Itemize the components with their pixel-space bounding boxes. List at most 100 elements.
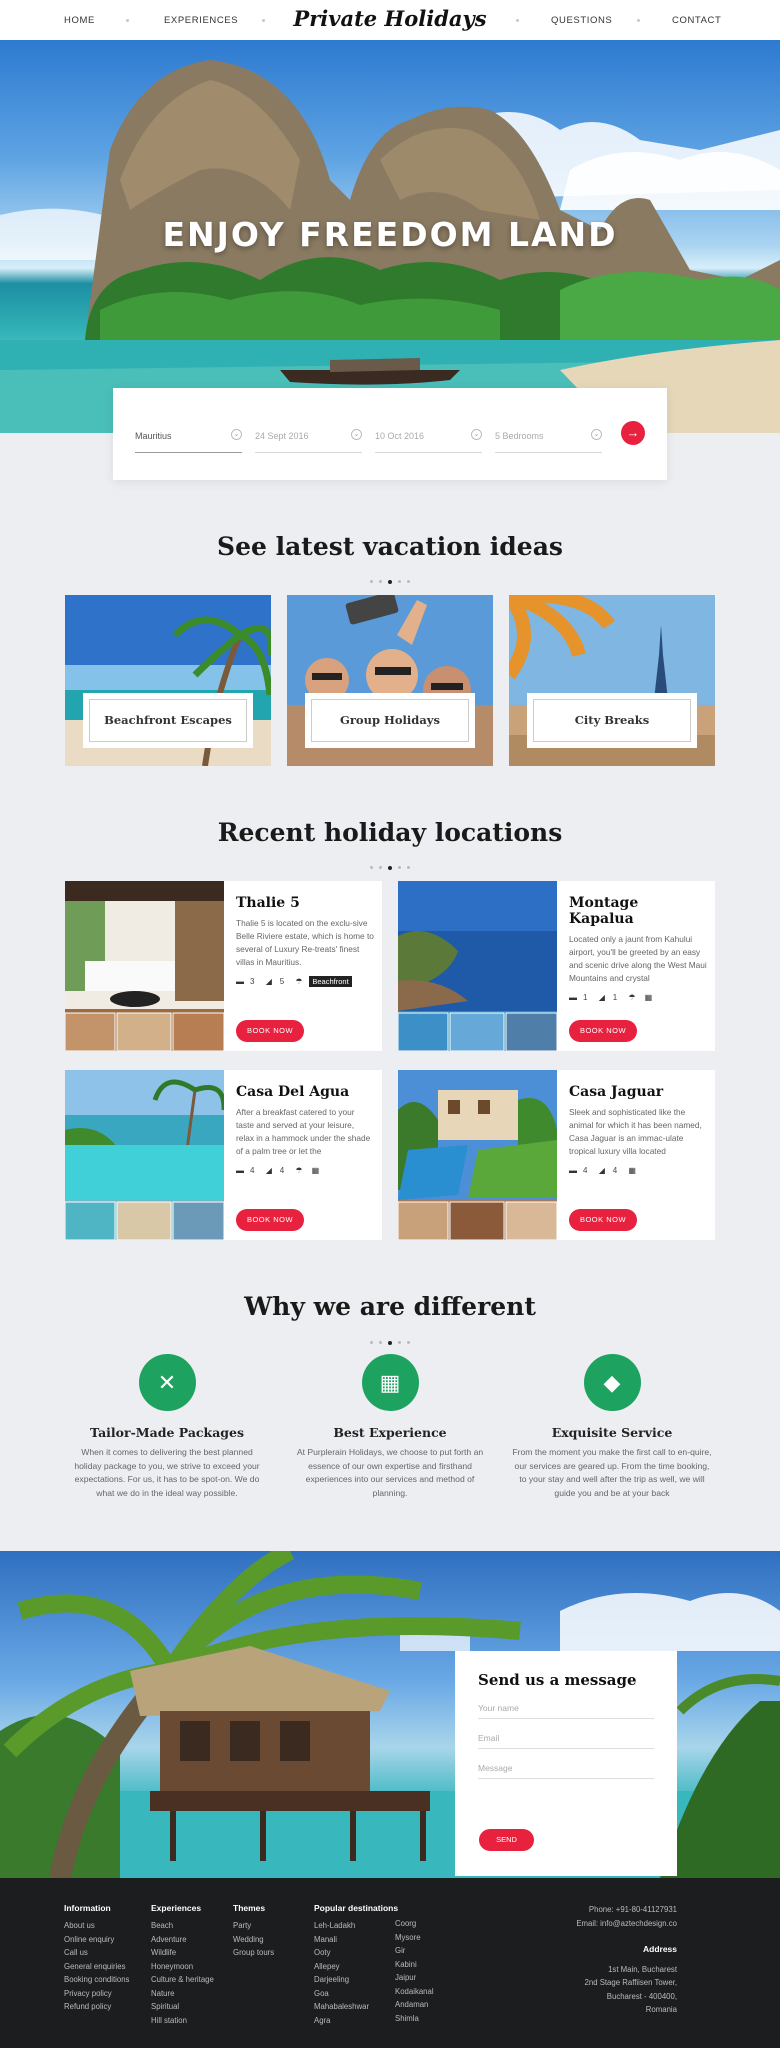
why-item-title: Best Experience <box>333 1425 447 1440</box>
location-description: Sleek and sophisticated like the animal … <box>569 1107 702 1156</box>
footer-address-line: Bucharest - 400400, <box>606 1991 677 2001</box>
footer-link[interactable]: Online enquiry <box>64 1933 129 1947</box>
location-name[interactable]: Thalie 5 <box>236 895 374 911</box>
location-card: Casa Del Agua After a breakfast catered … <box>65 1070 382 1240</box>
amenities: ▬ 3 ◢ 5 ☂ Beachfront <box>236 976 374 991</box>
chevron-down-icon: ⌄ <box>231 429 242 440</box>
book-now-button[interactable]: BOOK NOW <box>236 1209 304 1231</box>
bedrooms-select[interactable]: 5 Bedrooms ⌄ <box>495 425 602 453</box>
footer-link[interactable]: Nature <box>151 1987 214 2001</box>
footer-link[interactable]: Coorg <box>395 1917 434 1931</box>
destination-select[interactable]: Mauritius ⌄ <box>135 425 242 453</box>
footer-link[interactable]: About us <box>64 1919 129 1933</box>
nav-questions[interactable]: QUESTIONS <box>551 15 612 26</box>
check-out-value: 10 Oct 2016 <box>375 431 425 441</box>
footer-link[interactable]: Darjeeling <box>314 1973 398 1987</box>
check-in-field[interactable]: 24 Sept 2016 ⌄ <box>255 425 362 453</box>
nav-experiences[interactable]: EXPERIENCES <box>164 15 238 26</box>
footer-address-line: 2nd Stage Raffiisen Tower, <box>584 1978 677 1987</box>
footer-link[interactable]: Allepey <box>314 1960 398 1974</box>
chevron-down-icon: ⌄ <box>591 429 602 440</box>
footer: Information About us Online enquiry Call… <box>0 1878 780 2048</box>
footer-link[interactable]: Mysore <box>395 1931 434 1945</box>
location-name[interactable]: Casa Del Agua <box>236 1084 374 1100</box>
location-description: After a breakfast catered to your taste … <box>236 1107 371 1156</box>
why-item-title: Exquisite Service <box>551 1425 673 1440</box>
message-input[interactable]: Message <box>478 1763 654 1779</box>
footer-link[interactable]: Refund policy <box>64 2000 129 2014</box>
check-out-field[interactable]: 10 Oct 2016 ⌄ <box>375 425 482 453</box>
search-submit-button[interactable]: → <box>621 421 645 445</box>
footer-email[interactable]: Email: info@aztechdesign.co <box>576 1917 677 1931</box>
carousel-dots[interactable] <box>0 573 780 591</box>
email-input[interactable]: Email <box>478 1733 654 1749</box>
footer-link[interactable]: Honeymoon <box>151 1960 214 1974</box>
beach-umbrella-icon: ☂ <box>628 993 636 1002</box>
footer-link[interactable]: Manali <box>314 1933 398 1947</box>
pool-image <box>65 1070 224 1240</box>
footer-link[interactable]: Beach <box>151 1919 214 1933</box>
location-name[interactable]: Casa Jaguar <box>569 1084 707 1100</box>
top-nav: HOME EXPERIENCES Private Holidays QUESTI… <box>0 0 780 40</box>
footer-address-line: 1st Main, Bucharest <box>608 1964 677 1974</box>
bathtub-icon: ◢ <box>598 1166 605 1175</box>
carousel-dots[interactable] <box>0 1334 780 1352</box>
footer-link[interactable]: Culture & heritage <box>151 1973 214 1987</box>
idea-card-group[interactable]: Group Holidays <box>287 595 493 766</box>
idea-card-beachfront[interactable]: Beachfront Escapes <box>65 595 271 766</box>
footer-link[interactable]: Hill station <box>151 2014 214 2028</box>
building-icon: ▦ <box>644 993 653 1002</box>
location-description: Located only a jaunt from Kahului airpor… <box>569 934 707 983</box>
why-item-description: From the moment you make the first call … <box>512 1447 712 1498</box>
book-now-button[interactable]: BOOK NOW <box>569 1020 637 1042</box>
nav-home[interactable]: HOME <box>64 15 95 26</box>
amenities: ▬ 4 ◢ 4 ☂ ▦ <box>236 1166 374 1180</box>
idea-label: City Breaks <box>527 693 697 748</box>
footer-link[interactable]: Goa <box>314 1987 398 2001</box>
footer-themes: Themes Party Wedding Group tours <box>233 1903 274 1960</box>
footer-link[interactable]: Call us <box>64 1946 129 1960</box>
footer-link[interactable]: Spiritual <box>151 2000 214 2014</box>
footer-link[interactable]: Shimla <box>395 2012 434 2026</box>
site-logo[interactable]: Private Holidays <box>270 6 510 31</box>
nav-contact[interactable]: CONTACT <box>672 15 721 26</box>
send-button[interactable]: SEND <box>479 1829 534 1851</box>
why-item: ▦ Best Experience At Purplerain Holidays… <box>290 1354 490 1500</box>
arrow-right-icon: → <box>626 425 640 440</box>
location-card: Thalie 5 Thalie 5 is located on the excl… <box>65 881 382 1051</box>
bathtub-icon: ◢ <box>598 993 605 1002</box>
book-now-button[interactable]: BOOK NOW <box>236 1020 304 1042</box>
footer-destinations: Popular destinations Leh-Ladakh Manali O… <box>314 1903 398 2027</box>
footer-link[interactable]: Wildlife <box>151 1946 214 1960</box>
footer-link[interactable]: Party <box>233 1919 274 1933</box>
locations-title: Recent holiday locations <box>217 818 563 847</box>
footer-link[interactable]: Jaipur <box>395 1971 434 1985</box>
footer-link[interactable]: General enquiries <box>64 1960 129 1974</box>
footer-link[interactable]: Wedding <box>233 1933 274 1947</box>
footer-link[interactable]: Booking conditions <box>64 1973 129 1987</box>
book-now-button[interactable]: BOOK NOW <box>569 1209 637 1231</box>
footer-link[interactable]: Agra <box>314 2014 398 2028</box>
villa-garden-image <box>398 1070 557 1240</box>
footer-link[interactable]: Leh-Ladakh <box>314 1919 398 1933</box>
footer-phone[interactable]: Phone: +91-80-41127931 <box>576 1903 677 1917</box>
footer-link[interactable]: Privacy policy <box>64 1987 129 2001</box>
footer-heading: Themes <box>233 1903 266 1913</box>
location-name[interactable]: Montage Kapalua <box>569 895 707 927</box>
footer-link[interactable]: Adventure <box>151 1933 214 1947</box>
footer-link[interactable]: Kabini <box>395 1958 434 1972</box>
idea-card-city[interactable]: City Breaks <box>509 595 715 766</box>
footer-link[interactable]: Group tours <box>233 1946 274 1960</box>
carousel-dots[interactable] <box>0 859 780 877</box>
calendar-check-icon: ▦ <box>361 1354 419 1411</box>
check-in-value: 24 Sept 2016 <box>255 431 309 441</box>
footer-link[interactable]: Kodaikanal <box>395 1985 434 1999</box>
footer-link[interactable]: Ooty <box>314 1946 398 1960</box>
idea-label: Group Holidays <box>305 693 475 748</box>
footer-link[interactable]: Gir <box>395 1944 434 1958</box>
footer-link[interactable]: Andaman <box>395 1998 434 2012</box>
amenities: ▬ 4 ◢ 4 ▦ <box>569 1166 707 1180</box>
name-input[interactable]: Your name <box>478 1703 654 1719</box>
nav-separator <box>516 19 519 22</box>
footer-link[interactable]: Mahabaleshwar <box>314 2000 398 2014</box>
